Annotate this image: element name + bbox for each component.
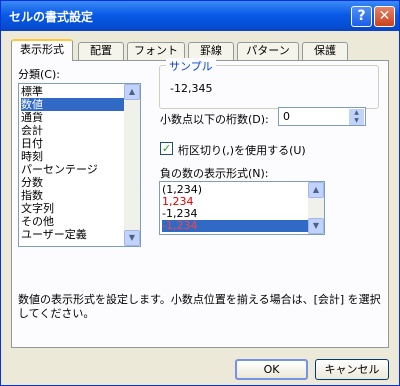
- list-item[interactable]: 指数: [21, 189, 43, 202]
- negative-format-list[interactable]: (1,234) 1,234 -1,234 -1,234 ▲ ▼: [159, 181, 325, 235]
- list-item[interactable]: ユーザー定義: [21, 228, 87, 241]
- list-item-selected[interactable]: -1,234: [162, 220, 308, 232]
- help-icon[interactable]: ?: [351, 6, 372, 27]
- negative-scrollbar[interactable]: ▲ ▼: [308, 182, 324, 234]
- category-label: 分類(C):: [18, 68, 60, 81]
- category-list[interactable]: 標準 数値 通貨 会計 日付 時刻 パーセンテージ 分数 指数 文字列 その他 …: [18, 83, 141, 247]
- chevron-down-icon[interactable]: ▼: [124, 230, 140, 246]
- negative-format-label: 負の数の表示形式(N):: [160, 167, 269, 180]
- decimal-places-value[interactable]: 0: [283, 110, 290, 123]
- title-bar[interactable]: セルの書式設定 ? ✕: [1, 1, 399, 31]
- category-scrollbar[interactable]: ▲ ▼: [124, 84, 140, 246]
- list-item[interactable]: 日付: [21, 137, 43, 150]
- ok-button[interactable]: OK: [235, 359, 308, 380]
- sample-group: サンプル -12,345: [159, 58, 379, 109]
- format-description: 数値の表示形式を設定します。小数点位置を揃える場合は、[会計] を選択してくださ…: [18, 293, 381, 320]
- cancel-button[interactable]: キャンセル: [315, 359, 389, 380]
- tab-alignment[interactable]: 配置: [78, 42, 124, 60]
- check-icon: ✓: [161, 142, 172, 155]
- chevron-down-icon[interactable]: ▼: [308, 218, 324, 234]
- list-item[interactable]: 標準: [21, 85, 43, 98]
- list-item[interactable]: その他: [21, 215, 54, 228]
- list-item[interactable]: 時刻: [21, 150, 43, 163]
- close-icon[interactable]: ✕: [374, 6, 395, 27]
- thousands-separator-label: 桁区切り(,)を使用する(U): [178, 144, 306, 157]
- tab-number[interactable]: 表示形式: [11, 39, 73, 61]
- list-item[interactable]: 通貨: [21, 111, 43, 124]
- window-title: セルの書式設定: [9, 10, 94, 24]
- sample-label: サンプル: [166, 58, 216, 74]
- chevron-down-icon[interactable]: ▼: [349, 117, 364, 125]
- chevron-up-icon[interactable]: ▲: [308, 182, 324, 198]
- chevron-up-icon[interactable]: ▲: [349, 109, 364, 117]
- list-item-selected[interactable]: 数値: [21, 98, 124, 111]
- list-item[interactable]: 分数: [21, 176, 43, 189]
- tab-patterns[interactable]: パターン: [237, 42, 299, 60]
- decimal-places-label: 小数点以下の桁数(D):: [160, 113, 269, 126]
- decimal-places-stepper[interactable]: 0 ▲ ▼: [278, 107, 366, 126]
- chevron-up-icon[interactable]: ▲: [124, 84, 140, 100]
- list-item[interactable]: パーセンテージ: [21, 163, 98, 176]
- format-cells-dialog: セルの書式設定 ? ✕ 表示形式 配置 フォント 罫線 パターン 保護 分類(C…: [0, 0, 400, 386]
- thousands-separator-checkbox[interactable]: ✓: [160, 142, 173, 155]
- list-item[interactable]: 文字列: [21, 202, 54, 215]
- list-item[interactable]: 会計: [21, 124, 43, 137]
- sample-value: -12,345: [170, 82, 213, 95]
- number-tab-panel: 分類(C): 標準 数値 通貨 会計 日付 時刻 パーセンテージ 分数 指数 文…: [11, 58, 389, 348]
- tab-strip: 表示形式 配置 フォント 罫線 パターン 保護: [11, 39, 391, 61]
- tab-protection[interactable]: 保護: [302, 42, 348, 60]
